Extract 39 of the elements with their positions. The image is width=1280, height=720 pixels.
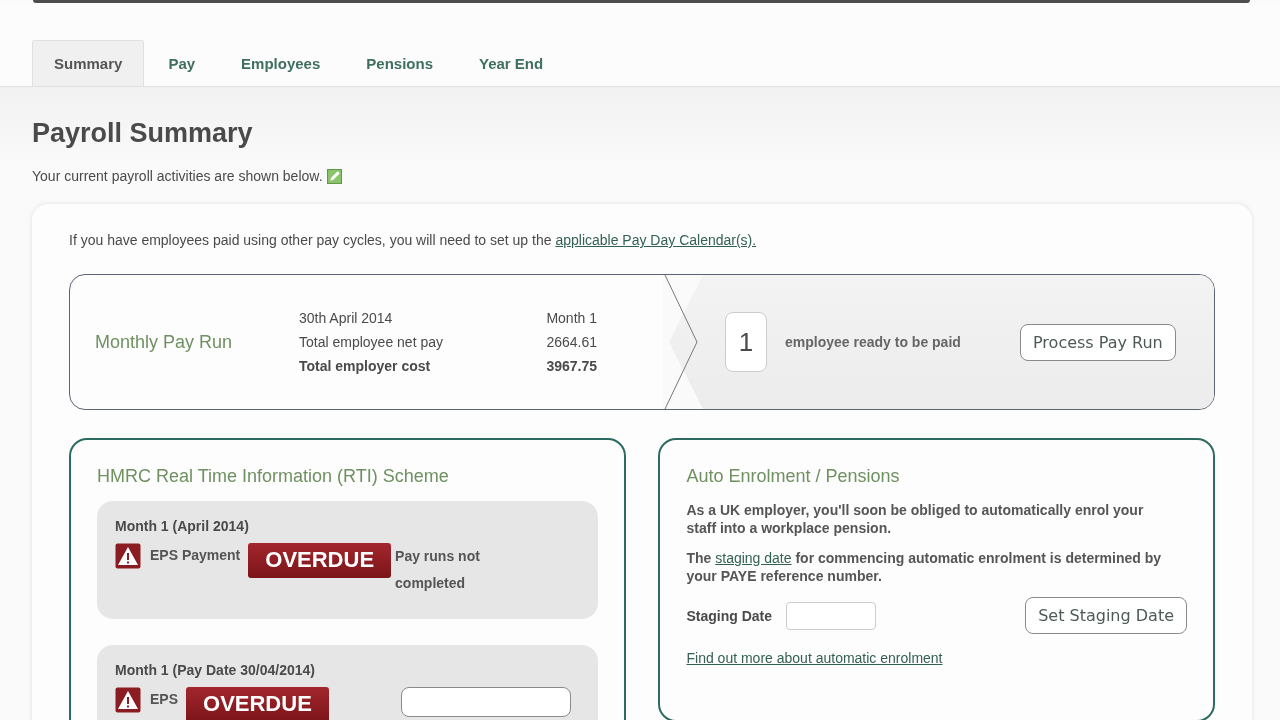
warning-icon — [115, 543, 141, 569]
tab[interactable]: Summary — [32, 40, 145, 86]
calendar-link[interactable]: applicable Pay Day Calendar(s). — [555, 232, 757, 248]
rti-button[interactable] — [400, 687, 571, 717]
staging-date-link[interactable]: staging date — [715, 550, 792, 566]
rti-label: EPS Payment — [150, 547, 241, 563]
edit-icon[interactable] — [326, 168, 342, 184]
staging-date-field[interactable] — [786, 601, 877, 630]
tab[interactable]: Employees — [219, 40, 343, 86]
panel-title: Auto Enrolment / Pensions — [686, 466, 901, 487]
set-staging-date-button[interactable]: Set Staging Date — [1025, 597, 1187, 634]
warning-icon — [115, 687, 141, 713]
employee-count: 1 — [725, 312, 767, 372]
pay-run-value: 2664.61 — [545, 334, 597, 350]
overdue-badge: OVERDUE — [186, 687, 329, 720]
rti-note: Pay runs not completed — [395, 547, 481, 593]
panel-title: HMRC Real Time Information (RTI) Scheme — [97, 466, 450, 487]
page-subtitle: Your current payroll activities are shown below. — [32, 168, 323, 184]
rti-heading: Month 1 (April 2014) — [115, 518, 250, 534]
pay-run-value: 3967.75 — [545, 358, 597, 374]
pay-run-title: Monthly Pay Run — [94, 331, 234, 353]
tab[interactable]: Pay — [146, 40, 218, 86]
staging-text: The staging date for commencing automatic enrolment is determined by your PAYE reference number. — [686, 549, 1163, 585]
overdue-badge: OVERDUE — [248, 543, 392, 578]
pay-run-label: 30th April 2014 — [299, 310, 394, 326]
page-title: Payroll Summary — [32, 117, 254, 150]
pay-run-label: Total employer cost — [299, 358, 432, 374]
tab[interactable]: Year End — [457, 40, 566, 86]
staging-date-label: Staging Date — [686, 607, 774, 624]
tab[interactable]: Pensions — [344, 40, 455, 86]
count-text: employee ready to be paid — [785, 334, 962, 350]
rti-label: EPS — [150, 691, 178, 707]
pay-run-label: Total employee net pay — [299, 334, 444, 350]
pay-run-value: Month 1 — [545, 310, 597, 326]
enrolment-link[interactable]: Find out more about automatic enrolment — [686, 650, 943, 666]
notice-text: If you have employees paid using other pay cycles, you will need to set up the applicable Pay Day Calendar(s). — [69, 232, 758, 248]
pensions-text: As a UK employer, you'll soon be obliged to automatically enrol your staff into a workplace pension. — [686, 501, 1145, 537]
process-pay-run-button[interactable]: Process Pay Run — [1020, 323, 1176, 361]
rti-heading: Month 1 (Pay Date 30/04/2014) — [115, 662, 316, 678]
